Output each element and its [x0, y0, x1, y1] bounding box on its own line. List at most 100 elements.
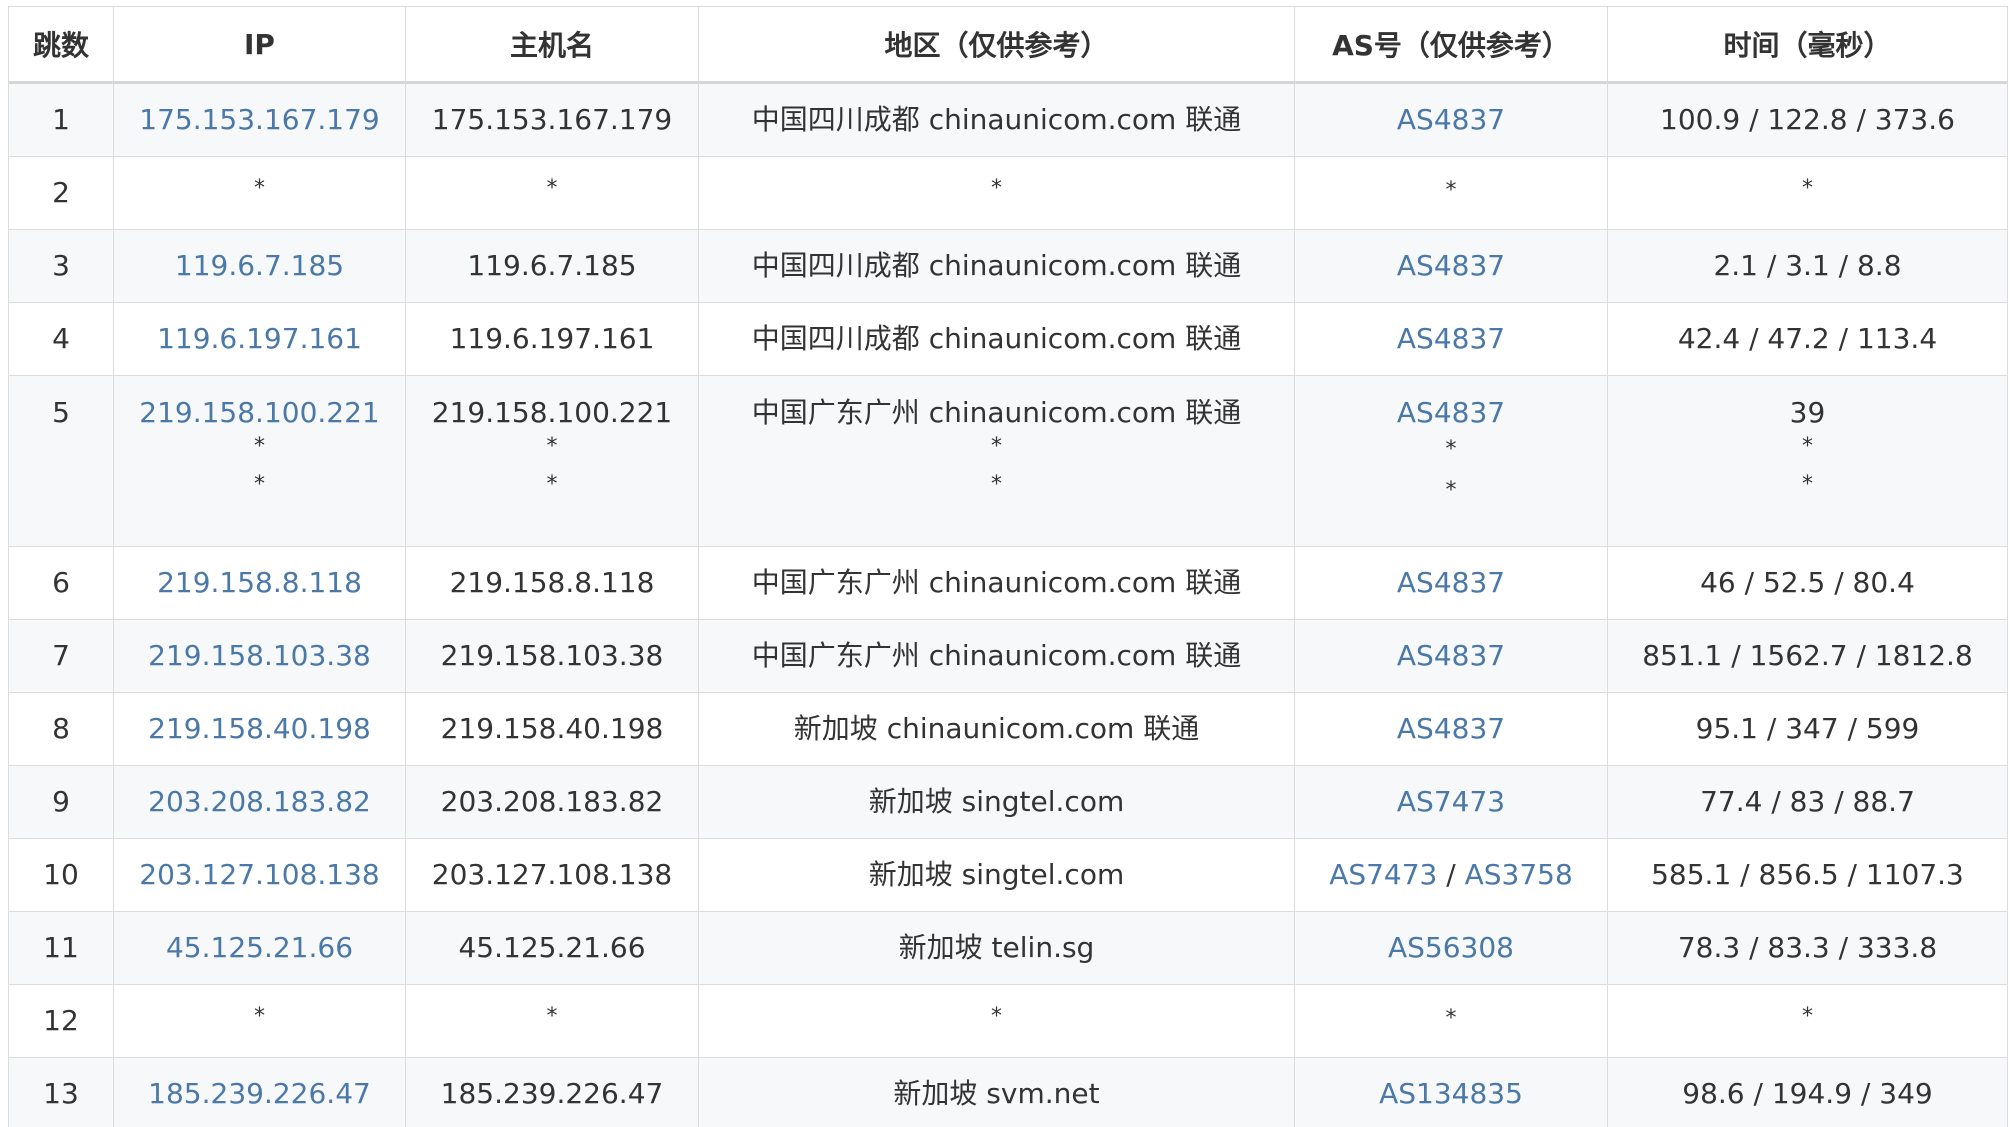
hop-cell: 13	[8, 1057, 114, 1127]
table-body: 1 175.153.167.179 175.153.167.179 中国四川成都 ch…	[8, 82, 2008, 1127]
ip-link[interactable]: 185.239.226.47	[120, 1075, 399, 1113]
table-row: 9 203.208.183.82 203.208.183.82 新加坡 singtel…	[8, 765, 2008, 839]
page: 跳数 IP 主机名 地区（仅供参考） AS号（仅供参考） 时间（毫秒） 1 175…	[0, 0, 2010, 1127]
region-cell-text: 中国广东广州 chinaunicom.com 联通	[751, 639, 1242, 672]
empty-marker: *	[546, 176, 558, 201]
as-cell: AS4837	[1294, 619, 1608, 693]
ip-cell: *	[113, 984, 406, 1058]
region-cell: 中国广东广州 chinaunicom.com 联通 * *	[698, 375, 1295, 547]
as-line: AS4837	[1301, 710, 1601, 748]
traceroute-table: 跳数 IP 主机名 地区（仅供参考） AS号（仅供参考） 时间（毫秒） 1 175…	[8, 6, 2008, 1127]
table-row: 6 219.158.8.118 219.158.8.118 中国广东广州 chinau…	[8, 546, 2008, 620]
as-link[interactable]: AS4837	[1397, 396, 1505, 429]
hostname-cell: 219.158.8.118	[405, 546, 699, 620]
time-cell-text: 46 / 52.5 / 80.4	[1700, 566, 1915, 599]
region-cell: 新加坡 svm.net	[698, 1057, 1295, 1127]
hostname-cell-text: 119.6.7.185	[467, 249, 637, 282]
as-link[interactable]: AS4837	[1397, 566, 1505, 599]
empty-marker: *	[1802, 176, 1813, 201]
time-cell: *	[1607, 156, 2008, 230]
as-link[interactable]: AS4837	[1397, 249, 1505, 282]
ip-cell: 219.158.103.38	[113, 619, 406, 693]
region-cell: 中国四川成都 chinaunicom.com 联通	[698, 229, 1295, 303]
empty-marker: *	[1802, 1004, 1813, 1029]
hostname-cell-text: 219.158.40.198	[440, 712, 664, 745]
time-cell: 78.3 / 83.3 / 333.8	[1607, 911, 2008, 985]
ip-link[interactable]: 175.153.167.179	[120, 101, 399, 139]
ip-link[interactable]: 219.158.100.221	[120, 394, 399, 432]
hostname-cell-text: 175.153.167.179	[431, 103, 673, 136]
as-cell: AS4837	[1294, 546, 1608, 620]
region-cell-text: 新加坡 singtel.com	[868, 785, 1125, 818]
hop-cell: 12	[8, 984, 114, 1058]
empty-marker: *	[1445, 478, 1457, 503]
hop-cell: 10	[8, 838, 114, 912]
ip-cell: 185.239.226.47	[113, 1057, 406, 1127]
time-cell-text: 98.6 / 194.9 / 349	[1682, 1077, 1933, 1110]
as-cell: AS7473 / AS3758	[1294, 838, 1608, 912]
time-cell-text: 585.1 / 856.5 / 1107.3	[1651, 858, 1964, 891]
ip-cell: 219.158.8.118	[113, 546, 406, 620]
header-hostname: 主机名	[405, 6, 699, 84]
ip-link[interactable]: 45.125.21.66	[120, 929, 399, 967]
as-link[interactable]: AS4837	[1397, 639, 1505, 672]
ip-link[interactable]: 203.127.108.138	[120, 856, 399, 894]
table-row: 5 219.158.100.221 * * 219.158.100.221 * * 中国广东广…	[8, 375, 2008, 547]
as-cell: AS134835	[1294, 1057, 1608, 1127]
ip-cell: 175.153.167.179	[113, 82, 406, 157]
ip-link[interactable]: 219.158.40.198	[120, 710, 399, 748]
empty-marker: *	[1445, 437, 1457, 462]
table-row: 11 45.125.21.66 45.125.21.66 新加坡 telin.sg AS…	[8, 911, 2008, 985]
as-line: AS134835	[1301, 1075, 1601, 1113]
region-cell-text: 新加坡 svm.net	[893, 1077, 1100, 1110]
hostname-cell: 119.6.197.161	[405, 302, 699, 376]
hostname-cell: *	[405, 156, 699, 230]
hop-cell: 2	[8, 156, 114, 230]
as-link[interactable]: AS3758	[1465, 858, 1573, 891]
table-row: 7 219.158.103.38 219.158.103.38 中国广东广州 chin…	[8, 619, 2008, 693]
as-cell: *	[1294, 156, 1608, 230]
ip-link[interactable]: 119.6.7.185	[120, 247, 399, 285]
empty-marker: *	[546, 472, 558, 497]
empty-marker: *	[254, 1004, 265, 1029]
hostname-cell: 203.208.183.82	[405, 765, 699, 839]
as-link[interactable]: AS56308	[1388, 931, 1514, 964]
region-cell-text: 新加坡 chinaunicom.com 联通	[793, 712, 1200, 745]
ip-cell: 119.6.7.185	[113, 229, 406, 303]
region-cell: 新加坡 singtel.com	[698, 838, 1295, 912]
as-cell: AS4837 * *	[1294, 375, 1608, 547]
region-cell-text: 中国广东广州 chinaunicom.com 联通	[751, 396, 1242, 429]
as-link[interactable]: AS7473	[1329, 858, 1437, 891]
as-link[interactable]: AS4837	[1397, 103, 1505, 136]
as-line: AS4837	[1301, 394, 1601, 432]
hostname-cell: 185.239.226.47	[405, 1057, 699, 1127]
header-ip: IP	[113, 6, 406, 84]
as-link[interactable]: AS4837	[1397, 712, 1505, 745]
hostname-cell: 219.158.103.38	[405, 619, 699, 693]
as-link[interactable]: AS4837	[1397, 322, 1505, 355]
as-line: *	[1301, 432, 1601, 473]
ip-cell: 203.208.183.82	[113, 765, 406, 839]
table-row: 3 119.6.7.185 119.6.7.185 中国四川成都 chinaunico…	[8, 229, 2008, 303]
time-cell-text: 2.1 / 3.1 / 8.8	[1713, 249, 1902, 282]
hop-cell: 7	[8, 619, 114, 693]
as-line: AS56308	[1301, 929, 1601, 967]
header-as: AS号（仅供参考）	[1294, 6, 1608, 84]
ip-link[interactable]: 119.6.197.161	[120, 320, 399, 358]
as-line: AS7473 / AS3758	[1301, 856, 1601, 894]
as-link[interactable]: AS7473	[1397, 785, 1505, 818]
hostname-cell-text: 185.239.226.47	[440, 1077, 664, 1110]
ip-link[interactable]: 219.158.8.118	[120, 564, 399, 602]
hop-cell: 9	[8, 765, 114, 839]
hop-cell: 5	[8, 375, 114, 547]
hostname-cell-text: 45.125.21.66	[458, 931, 646, 964]
table-header: 跳数 IP 主机名 地区（仅供参考） AS号（仅供参考） 时间（毫秒）	[8, 6, 2008, 84]
ip-cell: 203.127.108.138	[113, 838, 406, 912]
ip-link[interactable]: 203.208.183.82	[120, 783, 399, 821]
hostname-cell: 219.158.40.198	[405, 692, 699, 766]
ip-link[interactable]: 219.158.103.38	[120, 637, 399, 675]
as-link[interactable]: AS134835	[1379, 1077, 1523, 1110]
time-cell: 98.6 / 194.9 / 349	[1607, 1057, 2008, 1127]
hostname-cell: 45.125.21.66	[405, 911, 699, 985]
region-cell: 中国广东广州 chinaunicom.com 联通	[698, 546, 1295, 620]
